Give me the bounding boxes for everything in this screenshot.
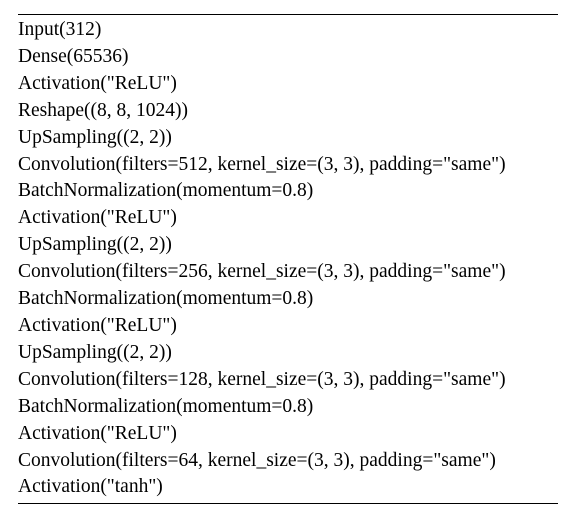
layer-row: Convolution(filters=64, kernel_size=(3, … — [18, 448, 558, 475]
layer-row: BatchNormalization(momentum=0.8) — [18, 286, 558, 313]
layer-row: Activation("ReLU") — [18, 71, 558, 98]
layer-row: BatchNormalization(momentum=0.8) — [18, 394, 558, 421]
layer-row: Dense(65536) — [18, 44, 558, 71]
layer-row: UpSampling((2, 2)) — [18, 232, 558, 259]
layer-list: Input(312) Dense(65536) Activation("ReLU… — [18, 15, 558, 503]
layer-row: Input(312) — [18, 17, 558, 44]
architecture-table: Input(312) Dense(65536) Activation("ReLU… — [0, 0, 576, 520]
layer-row: Convolution(filters=128, kernel_size=(3,… — [18, 367, 558, 394]
layer-row: Convolution(filters=256, kernel_size=(3,… — [18, 259, 558, 286]
layer-row: Convolution(filters=512, kernel_size=(3,… — [18, 152, 558, 179]
layer-row: BatchNormalization(momentum=0.8) — [18, 178, 558, 205]
layer-row: UpSampling((2, 2)) — [18, 340, 558, 367]
layer-row: Activation("ReLU") — [18, 205, 558, 232]
layer-row: Activation("ReLU") — [18, 421, 558, 448]
layer-row: UpSampling((2, 2)) — [18, 125, 558, 152]
layer-row: Activation("tanh") — [18, 474, 558, 501]
bottom-rule — [18, 503, 558, 504]
layer-row: Activation("ReLU") — [18, 313, 558, 340]
layer-row: Reshape((8, 8, 1024)) — [18, 98, 558, 125]
